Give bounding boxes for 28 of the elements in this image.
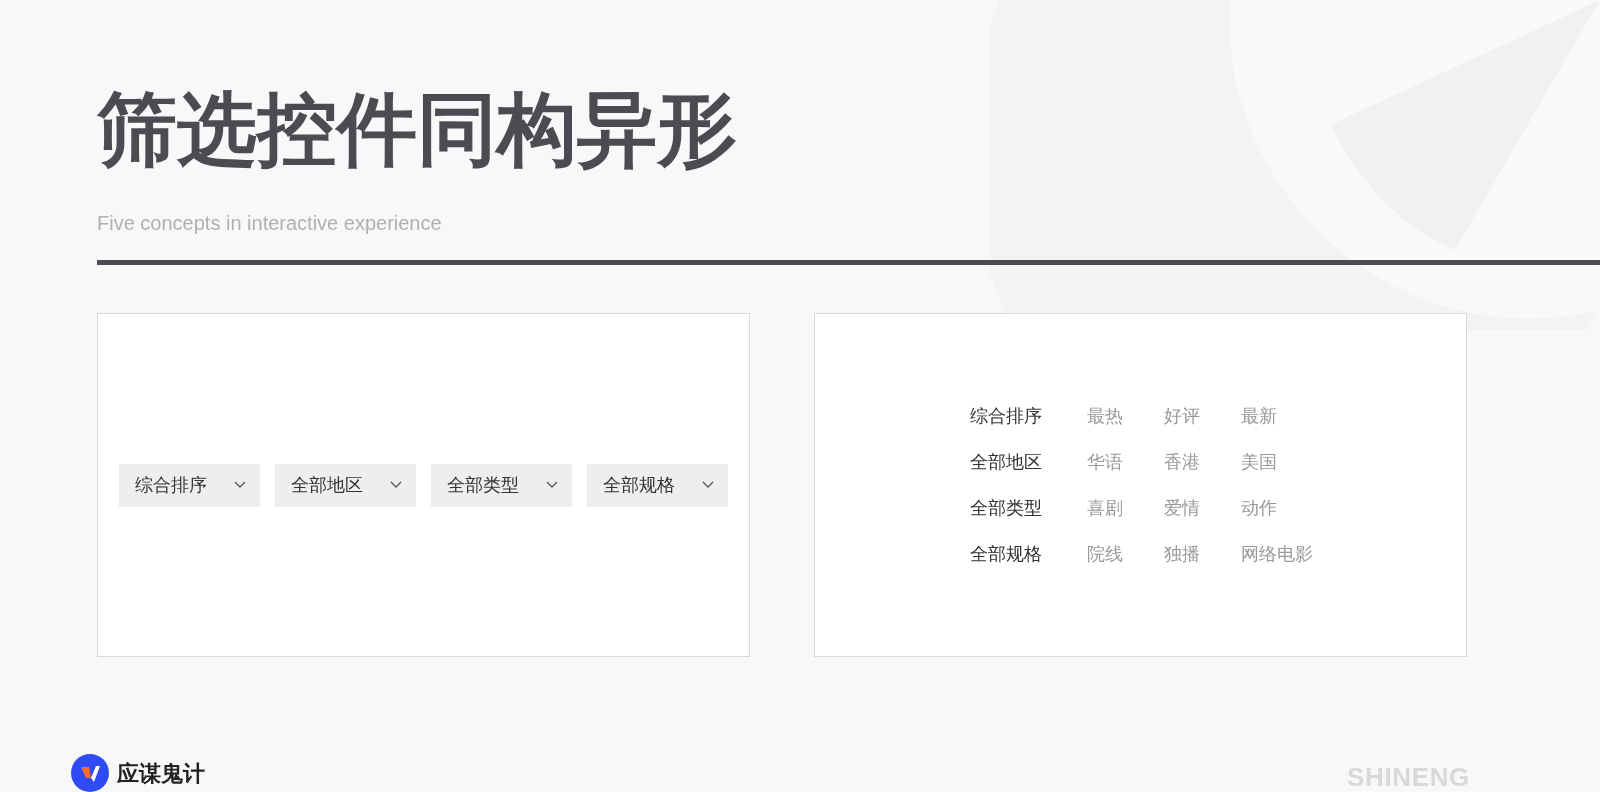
filter-label[interactable]: 综合排序	[970, 402, 1087, 430]
filter-option[interactable]: 美国	[1241, 448, 1318, 476]
filter-label[interactable]: 全部地区	[970, 448, 1087, 476]
chevron-down-icon	[546, 481, 558, 489]
page-title: 筛选控件同构异形	[97, 84, 737, 176]
filter-option[interactable]: 爱情	[1164, 494, 1241, 522]
filter-option[interactable]: 独播	[1164, 540, 1241, 568]
filter-option[interactable]: 好评	[1164, 402, 1241, 430]
filter-dropdown[interactable]: 综合排序	[119, 463, 260, 507]
chevron-down-icon	[234, 481, 246, 489]
page-subtitle: Five concepts in interactive experience	[97, 211, 442, 236]
filter-option[interactable]: 动作	[1241, 494, 1318, 522]
filter-dropdown[interactable]: 全部规格	[587, 463, 728, 507]
filter-option[interactable]: 最热	[1087, 402, 1164, 430]
filter-label[interactable]: 全部类型	[970, 494, 1087, 522]
brand-name: 应谋鬼计	[117, 759, 205, 788]
filter-option[interactable]: 网络电影	[1241, 540, 1318, 568]
filter-dropdown[interactable]: 全部地区	[275, 463, 416, 507]
filter-option[interactable]: 喜剧	[1087, 494, 1164, 522]
filter-option[interactable]: 最新	[1241, 402, 1318, 430]
filter-option[interactable]: 香港	[1164, 448, 1241, 476]
chevron-down-icon	[702, 481, 714, 489]
filter-dropdown[interactable]: 全部类型	[431, 463, 572, 507]
logo-icon	[71, 754, 109, 792]
filter-option[interactable]: 华语	[1087, 448, 1164, 476]
chevron-down-icon	[390, 481, 402, 489]
filter-option[interactable]: 院线	[1087, 540, 1164, 568]
filter-label[interactable]: 全部规格	[970, 540, 1087, 568]
